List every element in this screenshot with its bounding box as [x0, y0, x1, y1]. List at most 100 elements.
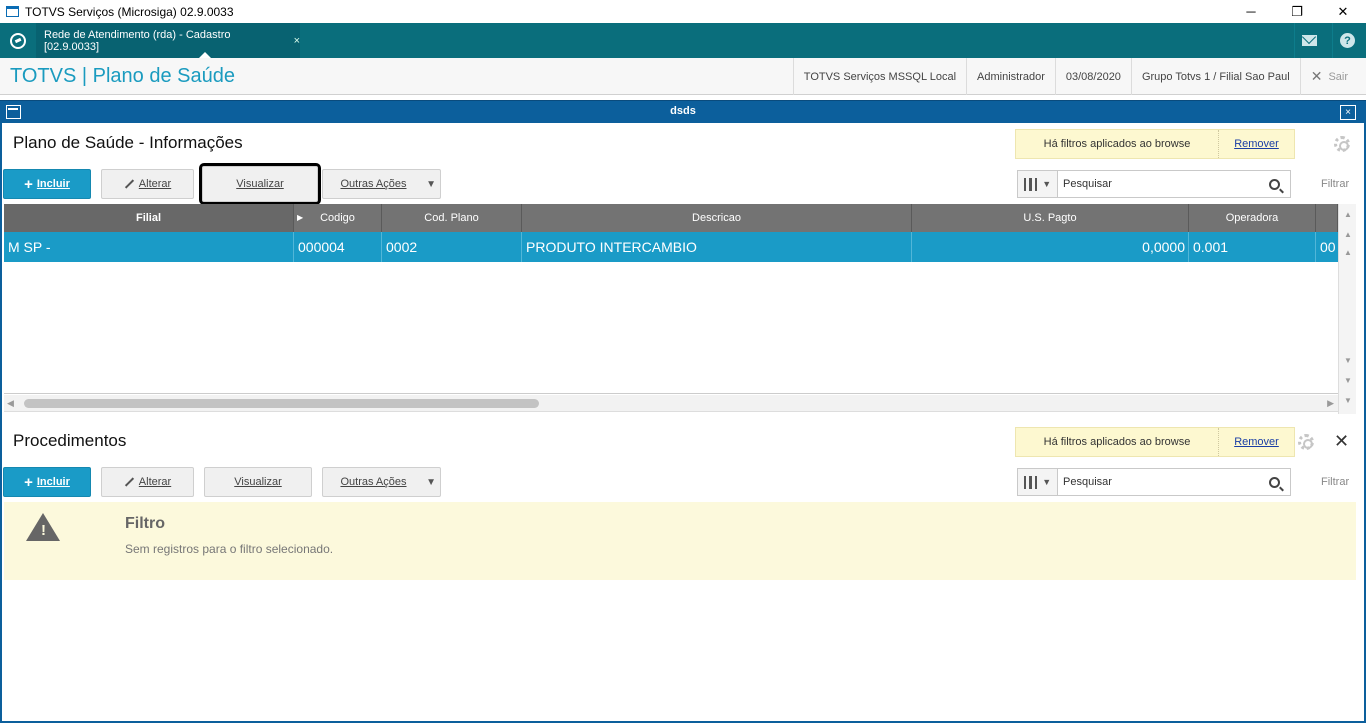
- column-header-descricao[interactable]: Descricao: [522, 204, 912, 232]
- more-actions-button[interactable]: Outras Ações ▼: [322, 169, 441, 199]
- column-picker-button[interactable]: ▼: [1018, 171, 1058, 197]
- section-title-procedimentos: Procedimentos: [13, 431, 127, 450]
- column-header-codigo-label: Codigo: [320, 212, 355, 224]
- scroll-left-icon[interactable]: ◀: [7, 398, 14, 409]
- table-row[interactable]: M SP - 000004 0002 PRODUTO INTERCAMBIO 0…: [4, 232, 1338, 262]
- scroll-bottom-icon[interactable]: ▼: [1342, 394, 1354, 407]
- scroll-page-up-icon[interactable]: ▲: [1342, 228, 1354, 241]
- horizontal-scroll-thumb[interactable]: [24, 399, 539, 408]
- column-header-extra[interactable]: [1316, 204, 1338, 232]
- view-label: Visualizar: [236, 178, 284, 190]
- edit-button[interactable]: Alterar: [101, 467, 194, 497]
- filter-button[interactable]: Filtrar: [1321, 178, 1349, 190]
- close-window-button[interactable]: ✕: [1320, 0, 1366, 23]
- caret-down-icon: ▼: [1042, 179, 1052, 189]
- filter-applied-notice: Há filtros aplicados ao browse Remover: [1015, 427, 1295, 457]
- pencil-icon: [124, 477, 134, 487]
- search-box: ▼: [1017, 468, 1291, 496]
- mail-icon: [1302, 35, 1317, 46]
- sort-arrow-icon: ▶: [297, 213, 304, 222]
- totvs-logo-icon: [10, 32, 26, 49]
- help-icon: ?: [1340, 33, 1355, 48]
- search-icon[interactable]: [1269, 178, 1280, 190]
- scroll-page-down-icon[interactable]: ▼: [1342, 374, 1354, 387]
- caret-down-icon: ▼: [426, 476, 436, 488]
- branch-label[interactable]: Grupo Totvs 1 / Filial Sao Paul: [1130, 58, 1300, 95]
- tab-label: Rede de Atendimento (rda) - Cadastro [02…: [44, 28, 231, 53]
- settings-gear-icon[interactable]: [1298, 434, 1314, 450]
- view-button[interactable]: Visualizar: [199, 163, 321, 205]
- scroll-top-icon[interactable]: ▲: [1342, 208, 1354, 221]
- grid-horizontal-scrollbar[interactable]: ◀ ▶: [4, 395, 1338, 412]
- warning-exclamation: !: [41, 522, 46, 539]
- exit-button[interactable]: ✕ Sair: [1299, 58, 1366, 95]
- add-button[interactable]: + Incluir: [3, 467, 91, 497]
- cell-operadora: 0.001: [1189, 232, 1316, 262]
- search-input[interactable]: [1058, 178, 1269, 190]
- dialog-title: dsds: [670, 105, 696, 117]
- scroll-up-icon[interactable]: ▲: [1342, 246, 1354, 259]
- remove-filter-link[interactable]: Remover: [1219, 436, 1294, 448]
- tab-close-icon[interactable]: ×: [294, 35, 300, 47]
- search-box: ▼: [1017, 170, 1291, 198]
- filter-notice-text: Há filtros aplicados ao browse: [1016, 130, 1219, 158]
- more-actions-label: Outras Ações: [340, 178, 407, 190]
- help-button[interactable]: ?: [1332, 23, 1362, 58]
- header-info: TOTVS Serviços MSSQL Local Administrador…: [792, 58, 1366, 95]
- restore-button[interactable]: ❐: [1274, 0, 1320, 23]
- window-titlebar: TOTVS Serviços (Microsiga) 02.9.0033 ─ ❐…: [0, 0, 1366, 23]
- filter-button[interactable]: Filtrar: [1321, 476, 1349, 488]
- environment-label[interactable]: TOTVS Serviços MSSQL Local: [792, 58, 966, 95]
- columns-icon: [1023, 475, 1038, 489]
- column-picker-button[interactable]: ▼: [1018, 469, 1058, 495]
- app-brand-title: TOTVS | Plano de Saúde: [10, 65, 235, 87]
- cell-descricao: PRODUTO INTERCAMBIO: [522, 232, 912, 262]
- grid-vertical-scrollbar[interactable]: ▲ ▲ ▲ ▼ ▼ ▼: [1338, 204, 1356, 414]
- cell-cod-plano: 0002: [382, 232, 522, 262]
- section-title-plano: Plano de Saúde - Informações: [13, 133, 243, 152]
- window-title: TOTVS Serviços (Microsiga) 02.9.0033: [25, 4, 234, 19]
- empty-results-message: ! Filtro Sem registros para o filtro sel…: [4, 502, 1356, 580]
- pencil-icon: [124, 179, 134, 189]
- dialog-titlebar: dsds ×: [0, 100, 1366, 123]
- close-section-icon[interactable]: ✕: [1334, 431, 1349, 452]
- caret-down-icon: ▼: [426, 178, 436, 190]
- search-input[interactable]: [1058, 476, 1269, 488]
- dialog-close-button[interactable]: ×: [1340, 105, 1356, 120]
- edit-label: Alterar: [138, 476, 172, 488]
- cell-codigo: 000004: [294, 232, 382, 262]
- user-label[interactable]: Administrador: [966, 58, 1055, 95]
- scroll-down-icon[interactable]: ▼: [1342, 354, 1354, 367]
- view-label: Visualizar: [234, 476, 282, 488]
- cell-us-pagto: 0,0000: [912, 232, 1189, 262]
- plano-grid: Filial ▶ Codigo Cod. Plano Descricao U.S…: [4, 204, 1338, 394]
- column-header-us-pagto[interactable]: U.S. Pagto: [912, 204, 1189, 232]
- plus-icon: +: [24, 473, 33, 491]
- exit-label: Sair: [1328, 70, 1348, 83]
- column-header-filial[interactable]: Filial: [4, 204, 294, 232]
- view-button[interactable]: Visualizar: [204, 467, 312, 497]
- more-actions-button[interactable]: Outras Ações ▼: [322, 467, 441, 497]
- more-actions-label: Outras Ações: [340, 476, 407, 488]
- settings-gear-icon[interactable]: [1334, 136, 1350, 152]
- minimize-button[interactable]: ─: [1228, 0, 1274, 23]
- filter-notice-text: Há filtros aplicados ao browse: [1016, 428, 1219, 456]
- totvs-menu-button[interactable]: [0, 23, 36, 58]
- messages-button[interactable]: [1294, 23, 1324, 58]
- cell-extra: 00: [1320, 239, 1336, 255]
- search-icon[interactable]: [1269, 476, 1280, 488]
- edit-button[interactable]: Alterar: [101, 169, 194, 199]
- remove-filter-link[interactable]: Remover: [1219, 138, 1294, 150]
- scroll-right-icon[interactable]: ▶: [1327, 398, 1334, 409]
- column-header-codigo[interactable]: ▶ Codigo: [294, 204, 382, 232]
- dialog-body: Plano de Saúde - Informações Há filtros …: [0, 123, 1366, 723]
- column-header-operadora[interactable]: Operadora: [1189, 204, 1316, 232]
- add-label: Incluir: [36, 476, 70, 488]
- filter-applied-notice: Há filtros aplicados ao browse Remover: [1015, 129, 1295, 159]
- empty-title: Filtro: [125, 515, 165, 532]
- app-tabbar: Rede de Atendimento (rda) - Cadastro [02…: [0, 23, 1366, 58]
- column-header-cod-plano[interactable]: Cod. Plano: [382, 204, 522, 232]
- tab-rede-atendimento[interactable]: Rede de Atendimento (rda) - Cadastro [02…: [36, 23, 300, 58]
- date-label[interactable]: 03/08/2020: [1054, 58, 1131, 95]
- add-button[interactable]: + Incluir: [3, 169, 91, 199]
